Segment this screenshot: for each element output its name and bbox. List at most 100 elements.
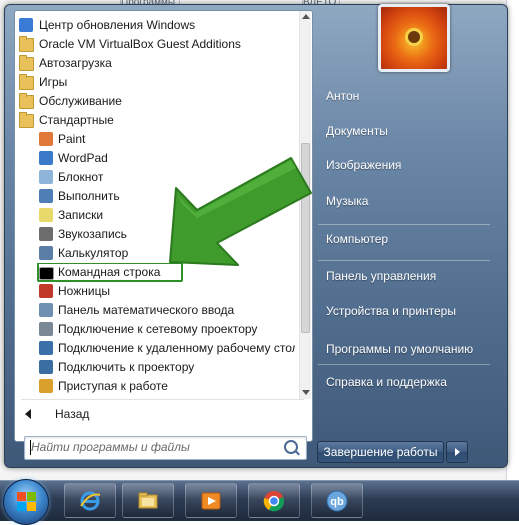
program-folder[interactable]: Обслуживание bbox=[15, 92, 295, 111]
internet-explorer-icon bbox=[80, 491, 101, 511]
program-item[interactable]: Ножницы bbox=[15, 282, 295, 301]
folder-icon bbox=[19, 93, 34, 109]
program-label: WordPad bbox=[58, 151, 108, 165]
flower-center bbox=[408, 31, 420, 43]
program-folder[interactable]: Oracle VM VirtualBox Guest Additions bbox=[15, 35, 295, 54]
shutdown-button[interactable]: Завершение работы bbox=[317, 441, 444, 463]
back-button[interactable]: Назад bbox=[15, 403, 310, 425]
media-player-icon bbox=[201, 492, 221, 510]
folder-icon bbox=[19, 112, 34, 128]
windows-update-icon bbox=[19, 18, 33, 32]
chrome-icon bbox=[263, 491, 284, 512]
file-explorer-icon bbox=[138, 492, 158, 509]
program-label: Oracle VM VirtualBox Guest Additions bbox=[39, 37, 241, 51]
program-item[interactable]: Подключить к проектору bbox=[15, 358, 295, 377]
search-icon[interactable] bbox=[284, 440, 298, 454]
search-box[interactable] bbox=[24, 436, 307, 460]
program-item[interactable]: Панель математического ввода bbox=[15, 301, 295, 320]
program-item[interactable]: Paint bbox=[15, 130, 295, 149]
run-icon bbox=[39, 189, 53, 203]
program-folder[interactable]: Игры bbox=[15, 73, 295, 92]
windows-logo-icon bbox=[17, 492, 26, 501]
network-projector-icon bbox=[39, 322, 53, 336]
taskbar-chrome[interactable] bbox=[248, 483, 300, 518]
program-item[interactable]: Центр обновления Windows bbox=[15, 16, 295, 35]
taskbar-file-explorer[interactable] bbox=[122, 483, 174, 518]
folder-icon bbox=[19, 55, 34, 71]
highlight-box bbox=[37, 263, 183, 282]
program-label: Центр обновления Windows bbox=[39, 18, 196, 32]
program-item[interactable]: WordPad bbox=[15, 149, 295, 168]
taskbar-media-player[interactable] bbox=[185, 483, 237, 518]
scroll-up-arrow-icon[interactable] bbox=[302, 14, 310, 19]
programs-pane: Центр обновления Windows Oracle VM Virtua… bbox=[14, 10, 313, 460]
scroll-thumb[interactable] bbox=[301, 143, 310, 333]
program-item[interactable]: Командная строка bbox=[15, 263, 295, 282]
folder-icon bbox=[19, 74, 34, 90]
user-avatar[interactable] bbox=[378, 4, 450, 72]
taskbar-internet-explorer[interactable] bbox=[64, 483, 116, 518]
right-pane-link[interactable]: Справка и поддержка bbox=[326, 375, 447, 389]
programs-list: Центр обновления Windows Oracle VM Virtua… bbox=[15, 11, 295, 399]
taskbar-qbittorrent[interactable]: qb bbox=[311, 483, 363, 518]
program-folder[interactable]: Автозагрузка bbox=[15, 54, 295, 73]
sticky-notes-icon bbox=[39, 208, 53, 222]
projector-icon bbox=[39, 360, 53, 374]
program-label: Обслуживание bbox=[39, 94, 122, 108]
right-pane-link[interactable]: Документы bbox=[326, 124, 388, 138]
program-item[interactable]: Записки bbox=[15, 206, 295, 225]
paint-icon bbox=[39, 132, 53, 146]
scroll-down-arrow-icon[interactable] bbox=[302, 390, 310, 395]
right-pane-divider-3 bbox=[318, 364, 490, 365]
program-label: Звукозапись bbox=[58, 227, 127, 241]
programs-scrollbar[interactable] bbox=[299, 11, 311, 399]
program-item[interactable]: Блокнот bbox=[15, 168, 295, 187]
right-pane-divider-2 bbox=[318, 260, 490, 261]
program-item[interactable]: Подключение к удаленному рабочему столу bbox=[15, 339, 295, 358]
microphone-icon bbox=[39, 227, 53, 241]
program-label: Paint bbox=[58, 132, 86, 146]
program-label: Автозагрузка bbox=[39, 56, 112, 70]
start-button[interactable] bbox=[3, 479, 49, 525]
back-label: Назад bbox=[55, 407, 90, 421]
getting-started-icon bbox=[39, 379, 53, 393]
program-item[interactable]: Приступая к работе bbox=[15, 377, 295, 396]
program-item[interactable]: Звукозапись bbox=[15, 225, 295, 244]
right-pane-divider-1 bbox=[318, 224, 490, 225]
program-item[interactable]: Выполнить bbox=[15, 187, 295, 206]
back-separator bbox=[21, 399, 304, 400]
start-menu: Центр обновления Windows Oracle VM Virtua… bbox=[4, 4, 508, 468]
program-label: Блокнот bbox=[58, 170, 104, 184]
right-pane-link[interactable]: Компьютер bbox=[326, 232, 388, 246]
program-folder[interactable]: Стандартные bbox=[15, 111, 295, 130]
math-input-icon bbox=[39, 303, 53, 317]
svg-text:qb: qb bbox=[330, 496, 344, 508]
right-pane-link[interactable]: Антон bbox=[326, 89, 359, 103]
remote-desktop-icon bbox=[39, 341, 53, 355]
program-label: Игры bbox=[39, 75, 68, 89]
right-pane-link[interactable]: Изображения bbox=[326, 158, 401, 172]
program-label: Подключить к проектору bbox=[58, 360, 195, 374]
right-pane-link[interactable]: Устройства и принтеры bbox=[326, 304, 456, 318]
calculator-icon bbox=[39, 246, 53, 260]
back-arrow-icon bbox=[25, 409, 31, 419]
scissors-icon bbox=[39, 284, 53, 298]
notepad-icon bbox=[39, 170, 53, 184]
program-label: Стандартные bbox=[39, 113, 114, 127]
program-label: Выполнить bbox=[58, 189, 120, 203]
program-label: Панель математического ввода bbox=[58, 303, 235, 317]
program-label: Ножницы bbox=[58, 284, 111, 298]
program-label: Калькулятор bbox=[58, 246, 129, 260]
program-label: Подключение к удаленному рабочему столу bbox=[58, 341, 295, 355]
wordpad-icon bbox=[39, 151, 53, 165]
qbittorrent-icon: qb bbox=[326, 490, 348, 512]
right-pane-link[interactable]: Программы по умолчанию bbox=[326, 342, 473, 356]
search-input[interactable] bbox=[31, 439, 267, 455]
right-pane-link[interactable]: Музыка bbox=[326, 194, 368, 208]
program-item[interactable]: Подключение к сетевому проектору bbox=[15, 320, 295, 339]
right-pane-link[interactable]: Панель управления bbox=[326, 269, 436, 283]
folder-icon bbox=[19, 36, 34, 52]
shutdown-options-arrow-icon[interactable] bbox=[446, 441, 468, 463]
program-item[interactable]: Калькулятор bbox=[15, 244, 295, 263]
program-label: Подключение к сетевому проектору bbox=[58, 322, 258, 336]
